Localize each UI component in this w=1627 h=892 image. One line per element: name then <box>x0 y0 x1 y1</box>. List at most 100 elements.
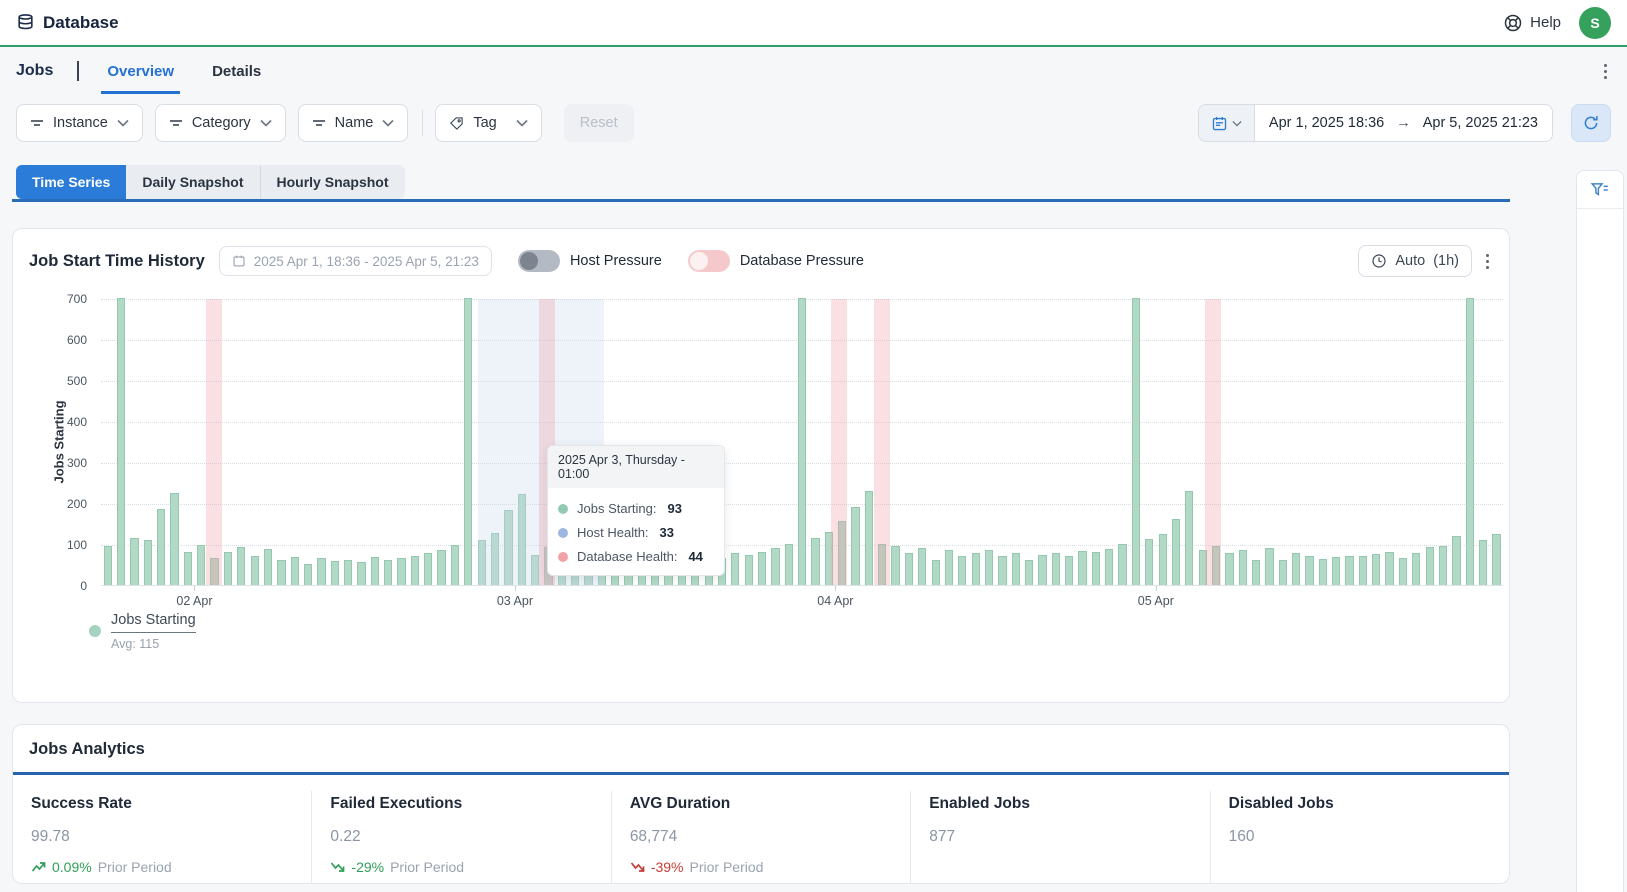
bar[interactable] <box>371 557 379 585</box>
bar[interactable] <box>1439 546 1447 585</box>
instance-filter-dropdown[interactable]: Instance <box>16 104 143 142</box>
bar[interactable] <box>1412 553 1420 585</box>
bar[interactable] <box>130 538 138 585</box>
bar[interactable] <box>1345 556 1353 585</box>
reset-button[interactable]: Reset <box>564 104 634 142</box>
bar[interactable] <box>972 553 980 585</box>
tag-filter-dropdown[interactable]: Tag <box>435 104 541 142</box>
bar[interactable] <box>170 493 178 585</box>
bar[interactable] <box>1105 549 1113 585</box>
bar[interactable] <box>1012 553 1020 585</box>
bar[interactable] <box>891 546 899 585</box>
bar[interactable] <box>1372 554 1380 585</box>
bar[interactable] <box>437 550 445 585</box>
bar[interactable] <box>1172 519 1180 585</box>
bar[interactable] <box>1052 553 1060 585</box>
bar[interactable] <box>277 560 285 585</box>
calendar-selector[interactable] <box>1199 105 1255 141</box>
bar[interactable] <box>224 552 232 585</box>
bar[interactable] <box>331 561 339 585</box>
bar[interactable] <box>464 298 472 585</box>
bar[interactable] <box>1159 534 1167 585</box>
bar[interactable] <box>1319 559 1327 585</box>
date-range-picker[interactable]: Apr 1, 2025 18:36 → Apr 5, 2025 21:23 <box>1198 104 1553 142</box>
database-pressure-toggle[interactable] <box>688 250 730 272</box>
bar[interactable] <box>1359 556 1367 585</box>
date-range-value[interactable]: Apr 1, 2025 18:36 → Apr 5, 2025 21:23 <box>1255 105 1552 141</box>
bar[interactable] <box>1092 552 1100 585</box>
legend-label[interactable]: Jobs Starting <box>111 612 196 633</box>
bar[interactable] <box>918 548 926 585</box>
bar[interactable] <box>1466 298 1474 585</box>
tab-time-series[interactable]: Time Series <box>16 165 126 199</box>
bar[interactable] <box>184 552 192 585</box>
bar[interactable] <box>985 550 993 585</box>
bar[interactable] <box>157 509 165 585</box>
bar[interactable] <box>117 298 125 585</box>
bar[interactable] <box>237 547 245 585</box>
plot-area[interactable] <box>101 299 1503 586</box>
bar[interactable] <box>291 557 299 585</box>
bar[interactable] <box>945 550 953 585</box>
bar[interactable] <box>771 548 779 585</box>
bar[interactable] <box>1265 548 1273 585</box>
tab-details[interactable]: Details <box>206 49 267 94</box>
bar[interactable] <box>1305 556 1313 585</box>
bar[interactable] <box>958 556 966 585</box>
bar[interactable] <box>397 558 405 585</box>
bar[interactable] <box>1292 553 1300 585</box>
bar[interactable] <box>1479 540 1487 585</box>
bar[interactable] <box>1252 560 1260 585</box>
bar[interactable] <box>932 560 940 585</box>
bar[interactable] <box>851 507 859 585</box>
bar[interactable] <box>1426 547 1434 585</box>
bar[interactable] <box>1118 544 1126 585</box>
category-filter-dropdown[interactable]: Category <box>155 104 286 142</box>
bar[interactable] <box>251 556 259 585</box>
bar[interactable] <box>998 556 1006 585</box>
bar[interactable] <box>1078 551 1086 585</box>
tab-daily-snapshot[interactable]: Daily Snapshot <box>126 165 259 199</box>
bar[interactable] <box>1332 557 1340 585</box>
rail-filter-button[interactable] <box>1577 171 1623 209</box>
bar[interactable] <box>104 546 112 585</box>
bar[interactable] <box>1279 560 1287 585</box>
bar[interactable] <box>1132 298 1140 585</box>
bar[interactable] <box>451 545 459 585</box>
bar[interactable] <box>731 553 739 585</box>
bar[interactable] <box>144 540 152 585</box>
bar[interactable] <box>411 556 419 585</box>
chart-date-range[interactable]: 2025 Apr 1, 18:36 - 2025 Apr 5, 21:23 <box>219 246 492 276</box>
bar[interactable] <box>344 560 352 585</box>
bar[interactable] <box>1452 536 1460 585</box>
bar[interactable] <box>264 549 272 585</box>
bar[interactable] <box>1145 539 1153 585</box>
bar[interactable] <box>357 562 365 585</box>
bar[interactable] <box>745 555 753 585</box>
bar[interactable] <box>758 552 766 585</box>
bar[interactable] <box>1065 556 1073 585</box>
bar[interactable] <box>865 491 873 585</box>
help-button[interactable]: Help <box>1503 13 1561 33</box>
name-filter-dropdown[interactable]: Name <box>298 104 409 142</box>
bar[interactable] <box>1399 558 1407 585</box>
chart-kebab-icon[interactable] <box>1482 250 1493 273</box>
bar[interactable] <box>1185 491 1193 585</box>
avatar[interactable]: S <box>1579 7 1611 39</box>
bar[interactable] <box>785 544 793 585</box>
tab-hourly-snapshot[interactable]: Hourly Snapshot <box>260 165 405 199</box>
bar[interactable] <box>1225 553 1233 585</box>
host-pressure-toggle[interactable] <box>518 250 560 272</box>
bar[interactable] <box>1025 560 1033 585</box>
bar[interactable] <box>1038 555 1046 585</box>
bar[interactable] <box>304 564 312 585</box>
bar[interactable] <box>811 538 819 585</box>
bar[interactable] <box>197 545 205 585</box>
chart-legend[interactable]: Jobs Starting Avg: 115 <box>89 612 196 651</box>
bar[interactable] <box>424 553 432 585</box>
bar[interactable] <box>317 558 325 585</box>
refresh-button[interactable] <box>1571 104 1611 142</box>
bar[interactable] <box>905 553 913 585</box>
bar[interactable] <box>384 560 392 585</box>
bar[interactable] <box>1385 552 1393 585</box>
